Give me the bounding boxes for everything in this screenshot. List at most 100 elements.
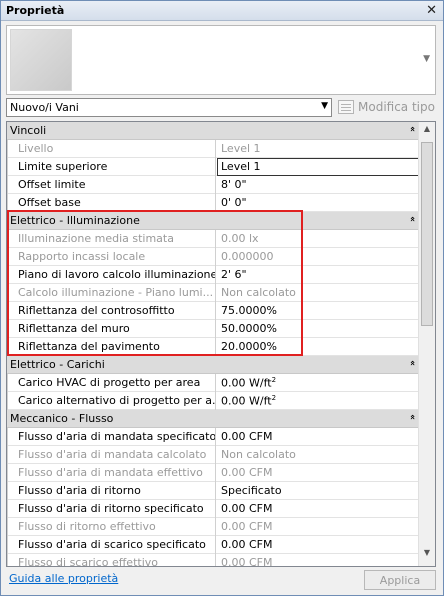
property-row: Flusso di scarico effettivo 0.00 CFM — [7, 554, 419, 567]
property-row[interactable]: Piano di lavoro calcolo illuminazione 2' … — [7, 266, 419, 284]
group-title: Vincoli — [10, 124, 47, 137]
property-value: 0.00 CFM — [217, 518, 419, 536]
property-value[interactable]: 0.00 CFM — [217, 428, 419, 446]
property-row[interactable]: Flusso d'aria di scarico specificato 0.00… — [7, 536, 419, 554]
edit-type-button[interactable]: Modifica tipo — [338, 99, 436, 117]
collapse-icon[interactable]: « — [407, 216, 417, 222]
property-value-text: 0.00 W/ft — [221, 376, 272, 390]
property-value-text: 20.0000% — [221, 340, 277, 353]
property-value[interactable]: 0.00 W/ft2 — [217, 392, 419, 410]
edit-type-label: Modifica tipo — [358, 100, 435, 114]
property-value-text: 50.0000% — [221, 322, 277, 335]
unit-exponent: 2 — [271, 394, 277, 402]
group-header[interactable]: Elettrico - Carichi « — [7, 356, 419, 374]
property-value: Level 1 — [217, 140, 419, 158]
title-bar[interactable]: Proprietà ✕ — [1, 1, 443, 21]
property-row[interactable]: Carico HVAC di progetto per area 0.00 W/f… — [7, 374, 419, 392]
window-title: Proprietà — [6, 4, 65, 17]
property-row[interactable]: Flusso d'aria di ritorno Specificato — [7, 482, 419, 500]
property-name: Riflettanza del pavimento — [7, 338, 216, 356]
property-value-text: 0.00 lx — [221, 232, 259, 245]
property-row[interactable]: Limite superiore Level 1 — [7, 158, 421, 176]
group-title: Meccanico - Flusso — [10, 412, 114, 425]
property-value-text: Non calcolato — [221, 286, 296, 299]
edit-type-icon — [338, 100, 354, 114]
property-name: Riflettanza del muro — [7, 320, 216, 338]
property-name: Flusso d'aria di scarico specificato — [7, 536, 216, 554]
property-value-text: 0.00 W/ft — [221, 394, 272, 408]
type-selector-dropdown[interactable]: Nuovo/i Vani ▼ — [6, 98, 332, 117]
property-name: Carico HVAC di progetto per area — [7, 374, 216, 392]
property-value[interactable]: 0.00 CFM — [217, 536, 419, 554]
property-row[interactable]: Riflettanza del pavimento 20.0000% — [7, 338, 419, 356]
property-value-text: 0' 0" — [221, 196, 247, 209]
property-value-text: Level 1 — [221, 142, 261, 155]
property-value[interactable]: 0.00 W/ft2 — [217, 374, 419, 392]
property-name: Offset base — [7, 194, 216, 212]
property-name: Riflettanza del controsoffitto — [7, 302, 216, 320]
property-name: Illuminazione media stimata — [7, 230, 216, 248]
property-value: Non calcolato — [217, 446, 419, 464]
property-value-text: 0.000000 — [221, 250, 274, 263]
property-name: Flusso d'aria di mandata effettivo — [7, 464, 216, 482]
property-value[interactable]: 8' 0" — [217, 176, 419, 194]
chevron-down-icon: ▼ — [321, 101, 328, 111]
group-title: Elettrico - Illuminazione — [10, 214, 140, 227]
property-value-text: Non calcolato — [221, 448, 296, 461]
property-row[interactable]: Flusso d'aria di mandata specificato 0.00… — [7, 428, 419, 446]
property-row: Flusso di ritorno effettivo 0.00 CFM — [7, 518, 419, 536]
property-value-text: 0.00 CFM — [221, 502, 273, 515]
property-value-text: Level 1 — [221, 160, 261, 173]
property-name: Limite superiore — [7, 158, 216, 176]
property-value: Non calcolato — [217, 284, 419, 302]
property-row[interactable]: Offset base 0' 0" — [7, 194, 419, 212]
property-row[interactable]: Riflettanza del controsoffitto 75.0000% — [7, 302, 419, 320]
property-row[interactable]: Carico alternativo di progetto per a... 0… — [7, 392, 419, 410]
property-name: Flusso d'aria di ritorno — [7, 482, 216, 500]
properties-help-link[interactable]: Guida alle proprietà — [9, 572, 118, 585]
group-title: Elettrico - Carichi — [10, 358, 105, 371]
scroll-down-icon[interactable]: ▼ — [419, 548, 435, 564]
collapse-icon[interactable]: « — [407, 126, 417, 132]
property-name: Offset limite — [7, 176, 216, 194]
property-value[interactable]: 2' 6" — [217, 266, 419, 284]
group-header[interactable]: Vincoli « — [7, 122, 419, 140]
property-value: 0.00 CFM — [217, 554, 419, 567]
property-value[interactable]: 0.00 CFM — [217, 500, 419, 518]
property-value-text: 0.00 CFM — [221, 520, 273, 533]
collapse-icon[interactable]: « — [407, 360, 417, 366]
scroll-up-icon[interactable]: ▲ — [419, 124, 435, 140]
property-value-input[interactable]: Level 1 — [217, 158, 421, 176]
close-icon[interactable]: ✕ — [426, 3, 437, 18]
property-name: Rapporto incassi locale — [7, 248, 216, 266]
collapse-icon[interactable]: « — [407, 414, 417, 420]
vertical-scrollbar[interactable]: ▲ ▼ — [418, 122, 435, 566]
apply-button[interactable]: Applica — [364, 570, 436, 590]
property-value: 0.00 lx — [217, 230, 419, 248]
property-name: Flusso di ritorno effettivo — [7, 518, 216, 536]
properties-rows: Vincoli « Livello Level 1 Limite superiore Le… — [7, 122, 421, 567]
property-value: 0.000000 — [217, 248, 419, 266]
scrollbar-thumb[interactable] — [421, 142, 433, 326]
property-row[interactable]: Riflettanza del muro 50.0000% — [7, 320, 419, 338]
property-row[interactable]: Flusso d'aria di ritorno specificato 0.00… — [7, 500, 419, 518]
group-header[interactable]: Meccanico - Flusso « — [7, 410, 419, 428]
property-value-text: 0.00 CFM — [221, 430, 273, 443]
property-value[interactable]: 20.0000% — [217, 338, 419, 356]
property-name: Livello — [7, 140, 216, 158]
property-value-text: 2' 6" — [221, 268, 247, 281]
property-value-text: 0.00 CFM — [221, 556, 273, 567]
property-value[interactable]: 75.0000% — [217, 302, 419, 320]
property-row: Rapporto incassi locale 0.000000 — [7, 248, 419, 266]
property-value: 0.00 CFM — [217, 464, 419, 482]
property-name: Calcolo illuminazione - Piano lumi... — [7, 284, 216, 302]
property-value[interactable]: 50.0000% — [217, 320, 419, 338]
group-header[interactable]: Elettrico - Illuminazione « — [7, 212, 419, 230]
property-row: Flusso d'aria di mandata calcolato Non ca… — [7, 446, 419, 464]
property-value-text: 0.00 CFM — [221, 466, 273, 479]
property-value[interactable]: Specificato — [217, 482, 419, 500]
property-value[interactable]: 0' 0" — [217, 194, 419, 212]
property-row[interactable]: Offset limite 8' 0" — [7, 176, 419, 194]
preview-dropdown-icon[interactable]: ▼ — [423, 54, 430, 64]
properties-window: Proprietà ✕ ▼ Nuovo/i Vani ▼ Modifica ti… — [0, 0, 444, 596]
